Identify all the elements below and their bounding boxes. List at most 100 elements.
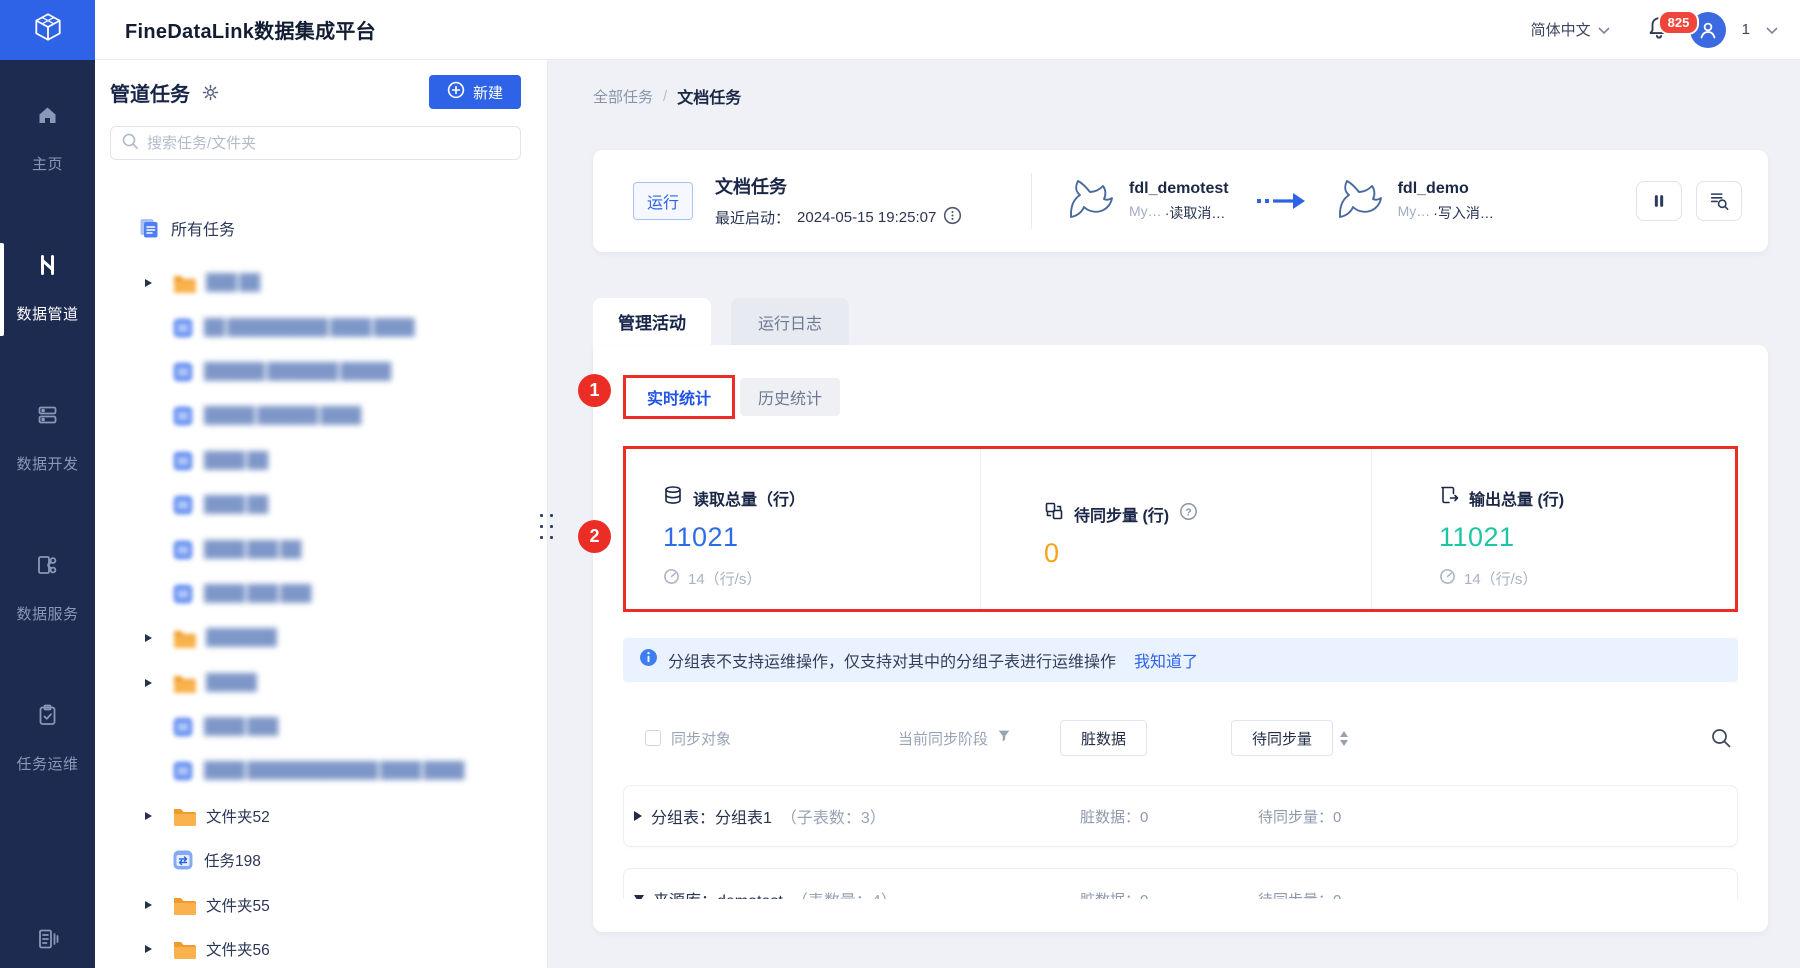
group-table-row[interactable]: 分组表：分组表1 （子表数：3） 脏数据：0 待同步量：0	[623, 785, 1738, 847]
row-dirty-count: 脏数据：0	[1080, 808, 1149, 826]
user-chevron-down-icon[interactable]	[1766, 21, 1778, 39]
help-icon[interactable]: ?	[1179, 502, 1198, 526]
subtab-realtime-stats[interactable]: 实时统计	[626, 378, 732, 416]
stage-filter[interactable]: 当前同步阶段	[898, 728, 1012, 749]
tree-item-label: ███ ██	[206, 274, 260, 292]
stat-read-total: 读取总量（行） 11021 14（行/s）	[626, 449, 980, 609]
table-search-icon[interactable]	[1710, 727, 1732, 749]
row-meta: （子表数：3）	[780, 810, 886, 827]
view-log-button[interactable]	[1696, 181, 1742, 221]
tree-item-task-198[interactable]: 任务198	[95, 838, 547, 882]
tree-item-label: 文件夹55	[206, 897, 270, 915]
mysql-dolphin-icon	[1337, 178, 1385, 225]
caret-right-icon[interactable]	[634, 811, 642, 821]
select-all-checkbox[interactable]	[645, 730, 661, 746]
notifications-button[interactable]: 825	[1646, 9, 1700, 46]
tree-item-task[interactable]: ████ ██	[95, 439, 547, 483]
search-icon	[121, 132, 139, 155]
tree-item-folder[interactable]: ███ ██	[95, 261, 547, 305]
tree-item-task[interactable]: ████ ███ ██	[95, 527, 547, 571]
language-switcher[interactable]: 简体中文	[1531, 19, 1610, 40]
sidebar-title: 管道任务	[110, 83, 190, 106]
source-db-row[interactable]: 来源库：demotest （表数量：4） 脏数据：0 待同步量：0	[623, 868, 1738, 899]
tree-item-folder[interactable]: █████	[95, 661, 547, 705]
pending-sync-sort-button[interactable]: 待同步量	[1231, 720, 1334, 756]
caret-right-icon[interactable]	[145, 634, 157, 643]
stat-output-value: 11021	[1439, 522, 1515, 552]
nav-item-home[interactable]: 主页	[0, 103, 95, 174]
tree-item-label: ████ ██	[204, 496, 268, 514]
new-task-button[interactable]: 新建	[428, 75, 521, 109]
task-icon	[172, 760, 194, 782]
nav-item-logs[interactable]	[0, 927, 95, 968]
tree-item-all-tasks[interactable]: 所有任务	[95, 206, 547, 250]
notice-bar: 分组表不支持运维操作，仅支持对其中的分组子表进行运维操作 我知道了	[623, 638, 1738, 682]
tree-item-folder-56[interactable]: 文件夹56	[95, 927, 547, 968]
home-icon	[35, 103, 60, 132]
breadcrumb-current: 文档任务	[677, 90, 742, 107]
folder-icon	[172, 939, 196, 960]
nav-item-task-ops[interactable]: 任务运维	[0, 703, 95, 774]
search-input[interactable]	[147, 134, 510, 152]
app-logo[interactable]	[0, 0, 95, 60]
sidebar-resize-handle[interactable]	[540, 514, 553, 539]
sort-arrows-icon[interactable]	[1340, 730, 1349, 746]
task-search[interactable]	[110, 126, 521, 160]
task-title: 文档任务	[715, 177, 788, 197]
caret-right-icon[interactable]	[145, 678, 157, 687]
tree-item-label: ████ ███ ██	[204, 540, 301, 558]
stat-pending-label-row: 待同步量 (行) ?	[1044, 501, 1371, 526]
tree-item-label: ████ ███	[204, 718, 278, 736]
target-name: fdl_demo	[1397, 179, 1469, 197]
tab-management-activity[interactable]: 管理活动	[593, 298, 711, 345]
stat-read-label-row: 读取总量（行）	[663, 485, 980, 510]
tree-item-task[interactable]: ████ █████████████ ████ ████	[95, 749, 547, 793]
nav-item-data-pipeline[interactable]: 数据管道	[0, 243, 95, 336]
last-run-time: 2024-05-15 19:25:07	[797, 209, 937, 226]
topbar: FineDataLink数据集成平台 简体中文 825 1	[0, 0, 1800, 60]
stat-label: 待同步量 (行)	[1074, 507, 1170, 525]
row-pending-count: 待同步量：0	[1258, 889, 1737, 900]
tree-item-label: 文件夹52	[206, 808, 270, 826]
tree-item-label: ████ ██	[204, 451, 268, 469]
breadcrumb-all-tasks[interactable]: 全部任务	[593, 86, 653, 107]
nav-item-data-development[interactable]: 数据开发	[0, 403, 95, 474]
tree-item-label: █████ ██████ ████	[204, 407, 361, 425]
pause-button[interactable]	[1636, 181, 1682, 221]
tree-item-task[interactable]: █████ ██████ ████	[95, 394, 547, 438]
target-sub: My… ·写入消…	[1398, 203, 1494, 223]
management-activity-panel: 实时统计 历史统计 读取总量（行） 11021 14（行/s） 待同步量 (行)…	[593, 345, 1768, 932]
gear-icon[interactable]	[200, 82, 221, 103]
dirty-data-button[interactable]: 脏数据	[1060, 720, 1148, 756]
database-icon	[663, 485, 683, 510]
subtab-history-stats[interactable]: 历史统计	[740, 378, 840, 416]
nav-item-data-service[interactable]: 数据服务	[0, 553, 95, 624]
username: 1	[1741, 21, 1750, 38]
info-more-icon[interactable]	[943, 206, 962, 229]
caret-right-icon[interactable]	[145, 945, 157, 954]
tab-label: 管理活动	[618, 314, 686, 333]
task-icon	[172, 494, 194, 516]
tree-item-task[interactable]: ██ ██████████ ████ ████	[95, 305, 547, 349]
got-it-link[interactable]: 我知道了	[1134, 648, 1198, 672]
stat-read-value: 11021	[663, 522, 739, 552]
tab-run-log[interactable]: 运行日志	[731, 298, 849, 345]
rate-value: 14（行/s）	[688, 571, 762, 588]
tree-item-folder[interactable]: ███████	[95, 616, 547, 660]
tree-item-task[interactable]: ████ ███	[95, 705, 547, 749]
caret-right-icon[interactable]	[145, 811, 157, 820]
nav-rail: 主页 数据管道 数据开发 数据服务 任务运维	[0, 60, 95, 968]
tree-item-folder-55[interactable]: 文件夹55	[95, 882, 547, 926]
tree-item-folder-52[interactable]: 文件夹52	[95, 794, 547, 838]
task-icon	[172, 450, 194, 472]
caret-down-icon[interactable]	[634, 895, 644, 899]
tree-item-task[interactable]: ████ ██	[95, 483, 547, 527]
tree-item-task[interactable]: ████ ███ ███	[95, 572, 547, 616]
caret-right-icon[interactable]	[145, 900, 157, 909]
annotation-step-2: 2	[578, 520, 611, 553]
tree-item-task[interactable]: ██████ ███████ █████	[95, 350, 547, 394]
row-dirty-count: 脏数据：0	[1080, 889, 1258, 900]
row-main: 分组表：分组表1 （子表数：3）	[634, 804, 1080, 828]
caret-right-icon[interactable]	[145, 279, 157, 288]
sync-squares-icon	[1044, 501, 1064, 526]
